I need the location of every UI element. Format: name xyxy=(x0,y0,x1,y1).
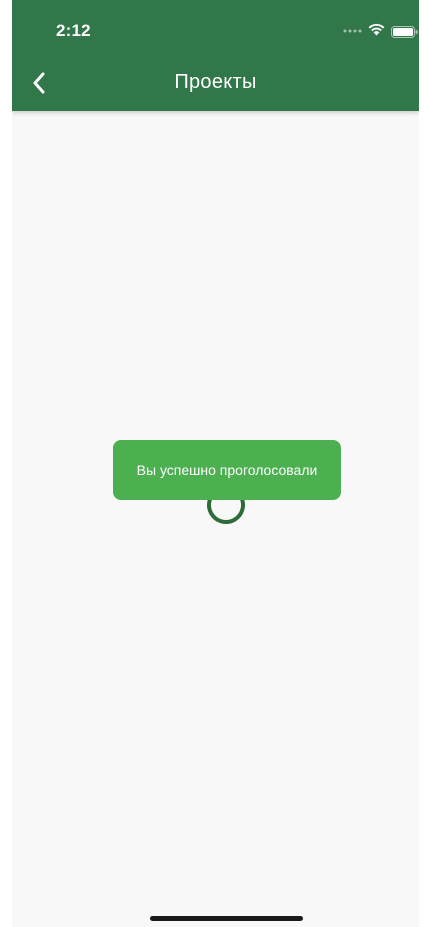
success-toast: Вы успешно проголосовали xyxy=(113,440,341,500)
toast-message: Вы успешно проголосовали xyxy=(136,462,318,478)
wifi-icon xyxy=(368,23,385,36)
status-bar: 2:12 xyxy=(12,0,419,58)
cellular-signal-icon xyxy=(343,29,362,33)
chevron-left-icon xyxy=(33,72,45,94)
app-screen: 2:12 Проекты Вы успешно проголосовали xyxy=(12,0,419,927)
status-time: 2:12 xyxy=(56,21,91,40)
home-indicator[interactable] xyxy=(150,916,303,921)
back-button[interactable] xyxy=(22,63,56,103)
battery-icon xyxy=(391,26,418,38)
app-header: 2:12 Проекты xyxy=(12,0,419,111)
navigation-bar: Проекты xyxy=(12,58,419,111)
page-title: Проекты xyxy=(174,71,257,93)
